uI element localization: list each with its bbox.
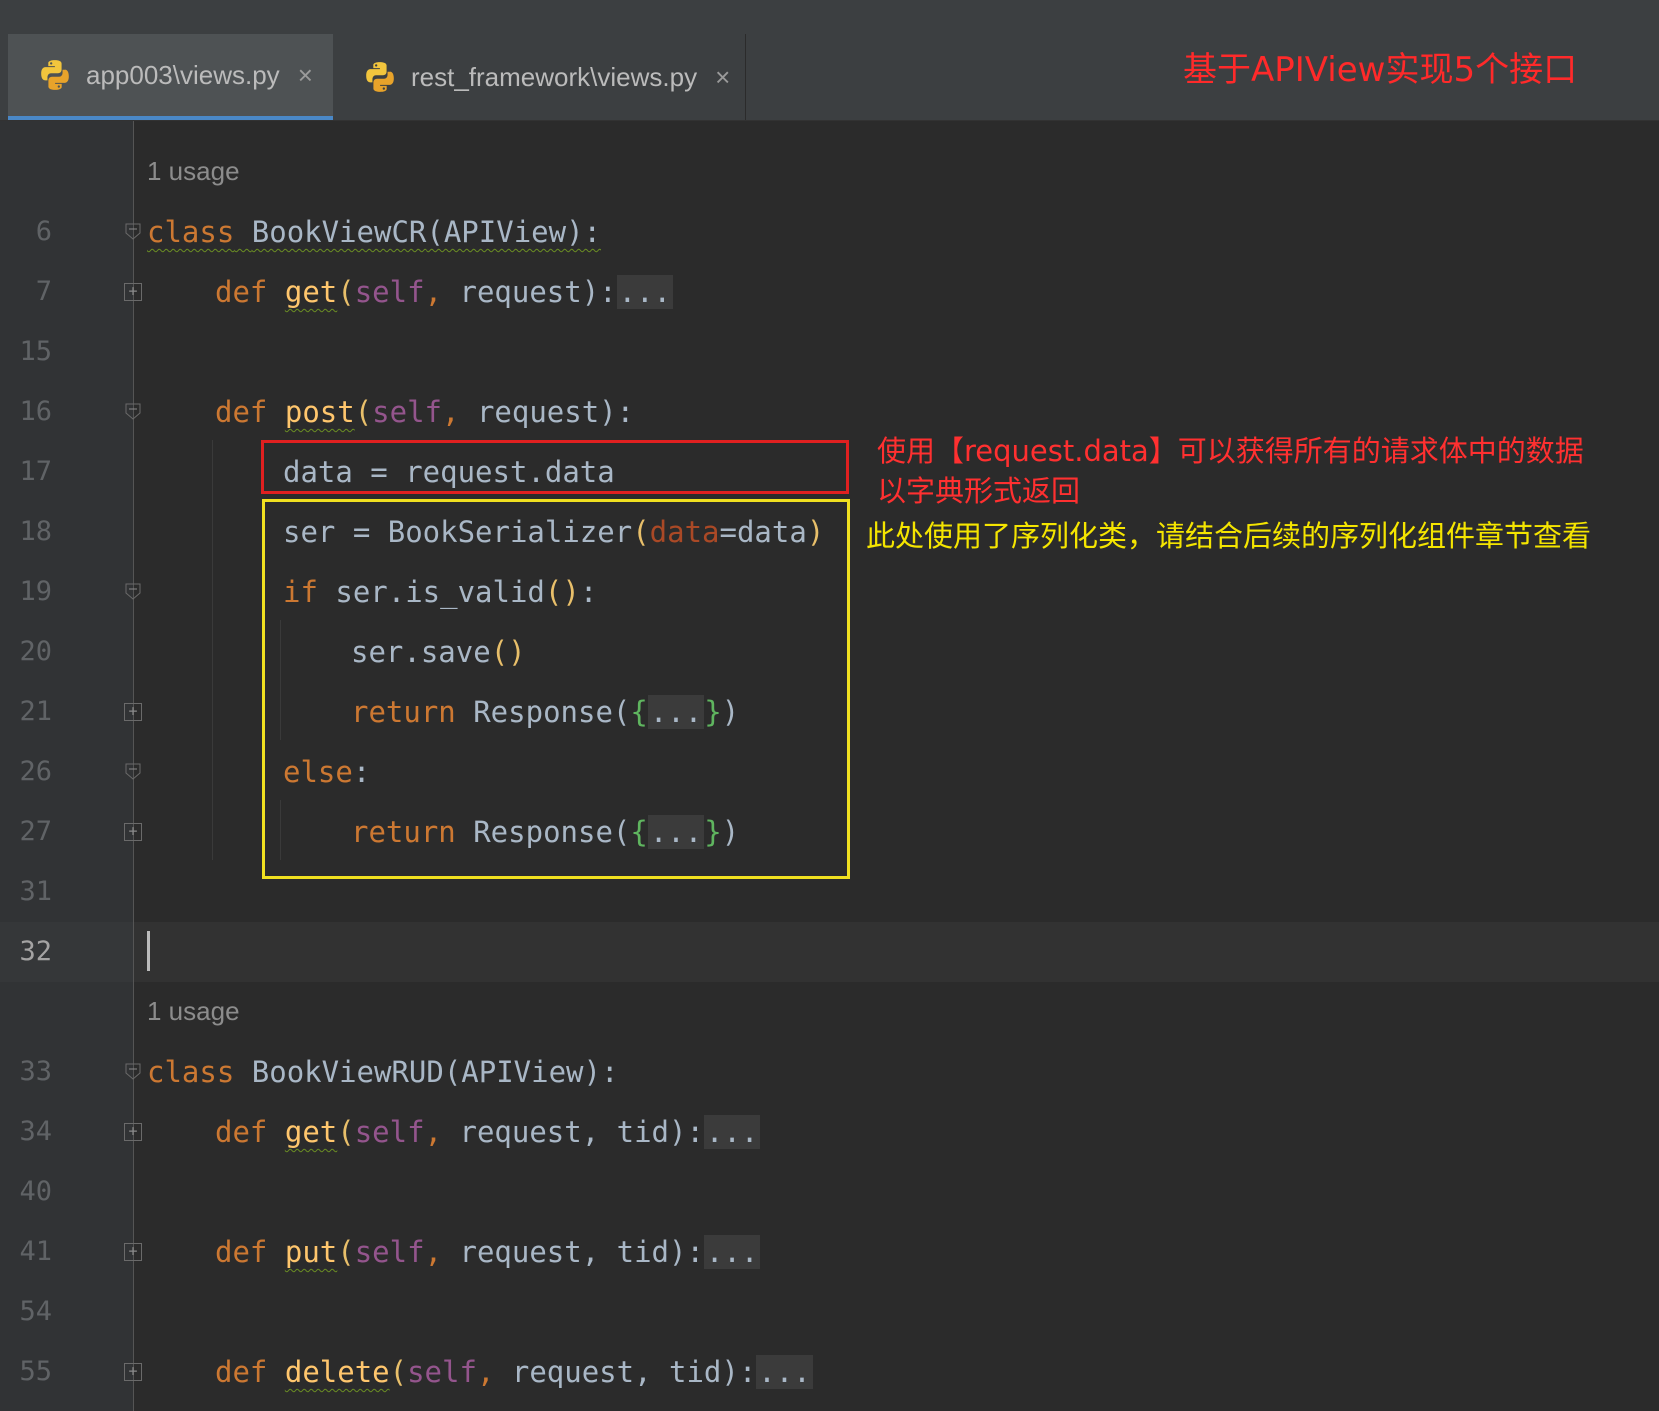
fold-expand-icon[interactable]: + (124, 823, 142, 841)
usage-hint[interactable]: 1 usage (147, 156, 240, 187)
line-number: 54 (19, 1296, 52, 1327)
python-file-icon (366, 62, 394, 92)
annotation-note-yellow: 此处使用了序列化类，请结合后续的序列化组件章节查看 (866, 519, 1592, 553)
fold-collapse-icon[interactable] (124, 582, 142, 600)
annotation-yellow-box (262, 499, 850, 879)
tab-label: rest_framework\views.py (411, 61, 698, 92)
close-icon[interactable]: × (298, 60, 313, 91)
code-line-7[interactable]: def get(self, request):... (215, 274, 674, 310)
current-line-highlight (0, 922, 1659, 982)
indent-guide (212, 440, 213, 860)
line-number: 41 (19, 1236, 52, 1267)
line-number: 55 (19, 1356, 52, 1387)
text-caret (147, 931, 150, 971)
fold-collapse-icon[interactable] (124, 402, 142, 420)
tab-label: app003\views.py (86, 59, 280, 90)
line-number: 18 (19, 516, 52, 547)
folded-code-placeholder[interactable]: ... (703, 1115, 761, 1149)
line-number-current: 32 (19, 936, 52, 967)
fold-collapse-icon[interactable] (124, 222, 142, 240)
annotation-note-red: 使用【request.data】可以获得所有的请求体中的数据 以字典形式返回 (877, 434, 1584, 508)
fold-expand-icon[interactable]: + (124, 1363, 142, 1381)
line-number: 27 (19, 816, 52, 847)
annotation-title: 基于APIView实现5个接口 (1183, 50, 1578, 90)
code-line-33[interactable]: class BookViewRUD(APIView): (147, 1054, 618, 1090)
tab-app003-views[interactable]: app003\views.py × (8, 34, 333, 120)
editor-tab-bar: app003\views.py × rest_framework\views.p… (0, 0, 1659, 121)
tab-rest-framework-views[interactable]: rest_framework\views.py × (333, 34, 746, 120)
usage-hint[interactable]: 1 usage (147, 996, 240, 1027)
line-number: 34 (19, 1116, 52, 1147)
fold-collapse-icon[interactable] (124, 1062, 142, 1080)
code-line-41[interactable]: def put(self, request, tid):... (215, 1234, 761, 1270)
line-number: 21 (19, 696, 52, 727)
line-number: 7 (35, 276, 52, 307)
code-line-16[interactable]: def post(self, request): (215, 394, 634, 430)
folded-code-placeholder[interactable]: ... (756, 1355, 813, 1389)
folded-code-placeholder[interactable]: ... (703, 1235, 761, 1269)
close-icon[interactable]: × (715, 62, 730, 93)
line-number: 26 (19, 756, 52, 787)
code-line-6[interactable]: class BookViewCR(APIView): (147, 214, 601, 250)
line-number: 17 (19, 456, 52, 487)
code-line-34[interactable]: def get(self, request, tid):... (215, 1114, 761, 1150)
line-number: 31 (19, 876, 52, 907)
line-number: 15 (19, 336, 52, 367)
fold-collapse-icon[interactable] (124, 762, 142, 780)
line-number: 40 (19, 1176, 52, 1207)
line-number: 20 (19, 636, 52, 667)
folded-code-placeholder[interactable]: ... (616, 275, 674, 309)
code-line-55[interactable]: def delete(self, request, tid):... (215, 1354, 813, 1390)
line-number: 33 (19, 1056, 52, 1087)
fold-expand-icon[interactable]: + (124, 1243, 142, 1261)
fold-expand-icon[interactable]: + (124, 283, 142, 301)
annotation-red-box (261, 440, 849, 494)
line-number: 19 (19, 576, 52, 607)
fold-expand-icon[interactable]: + (124, 1123, 142, 1141)
line-number: 6 (35, 216, 52, 247)
python-file-icon (41, 60, 69, 90)
fold-expand-icon[interactable]: + (124, 703, 142, 721)
line-number: 16 (19, 396, 52, 427)
